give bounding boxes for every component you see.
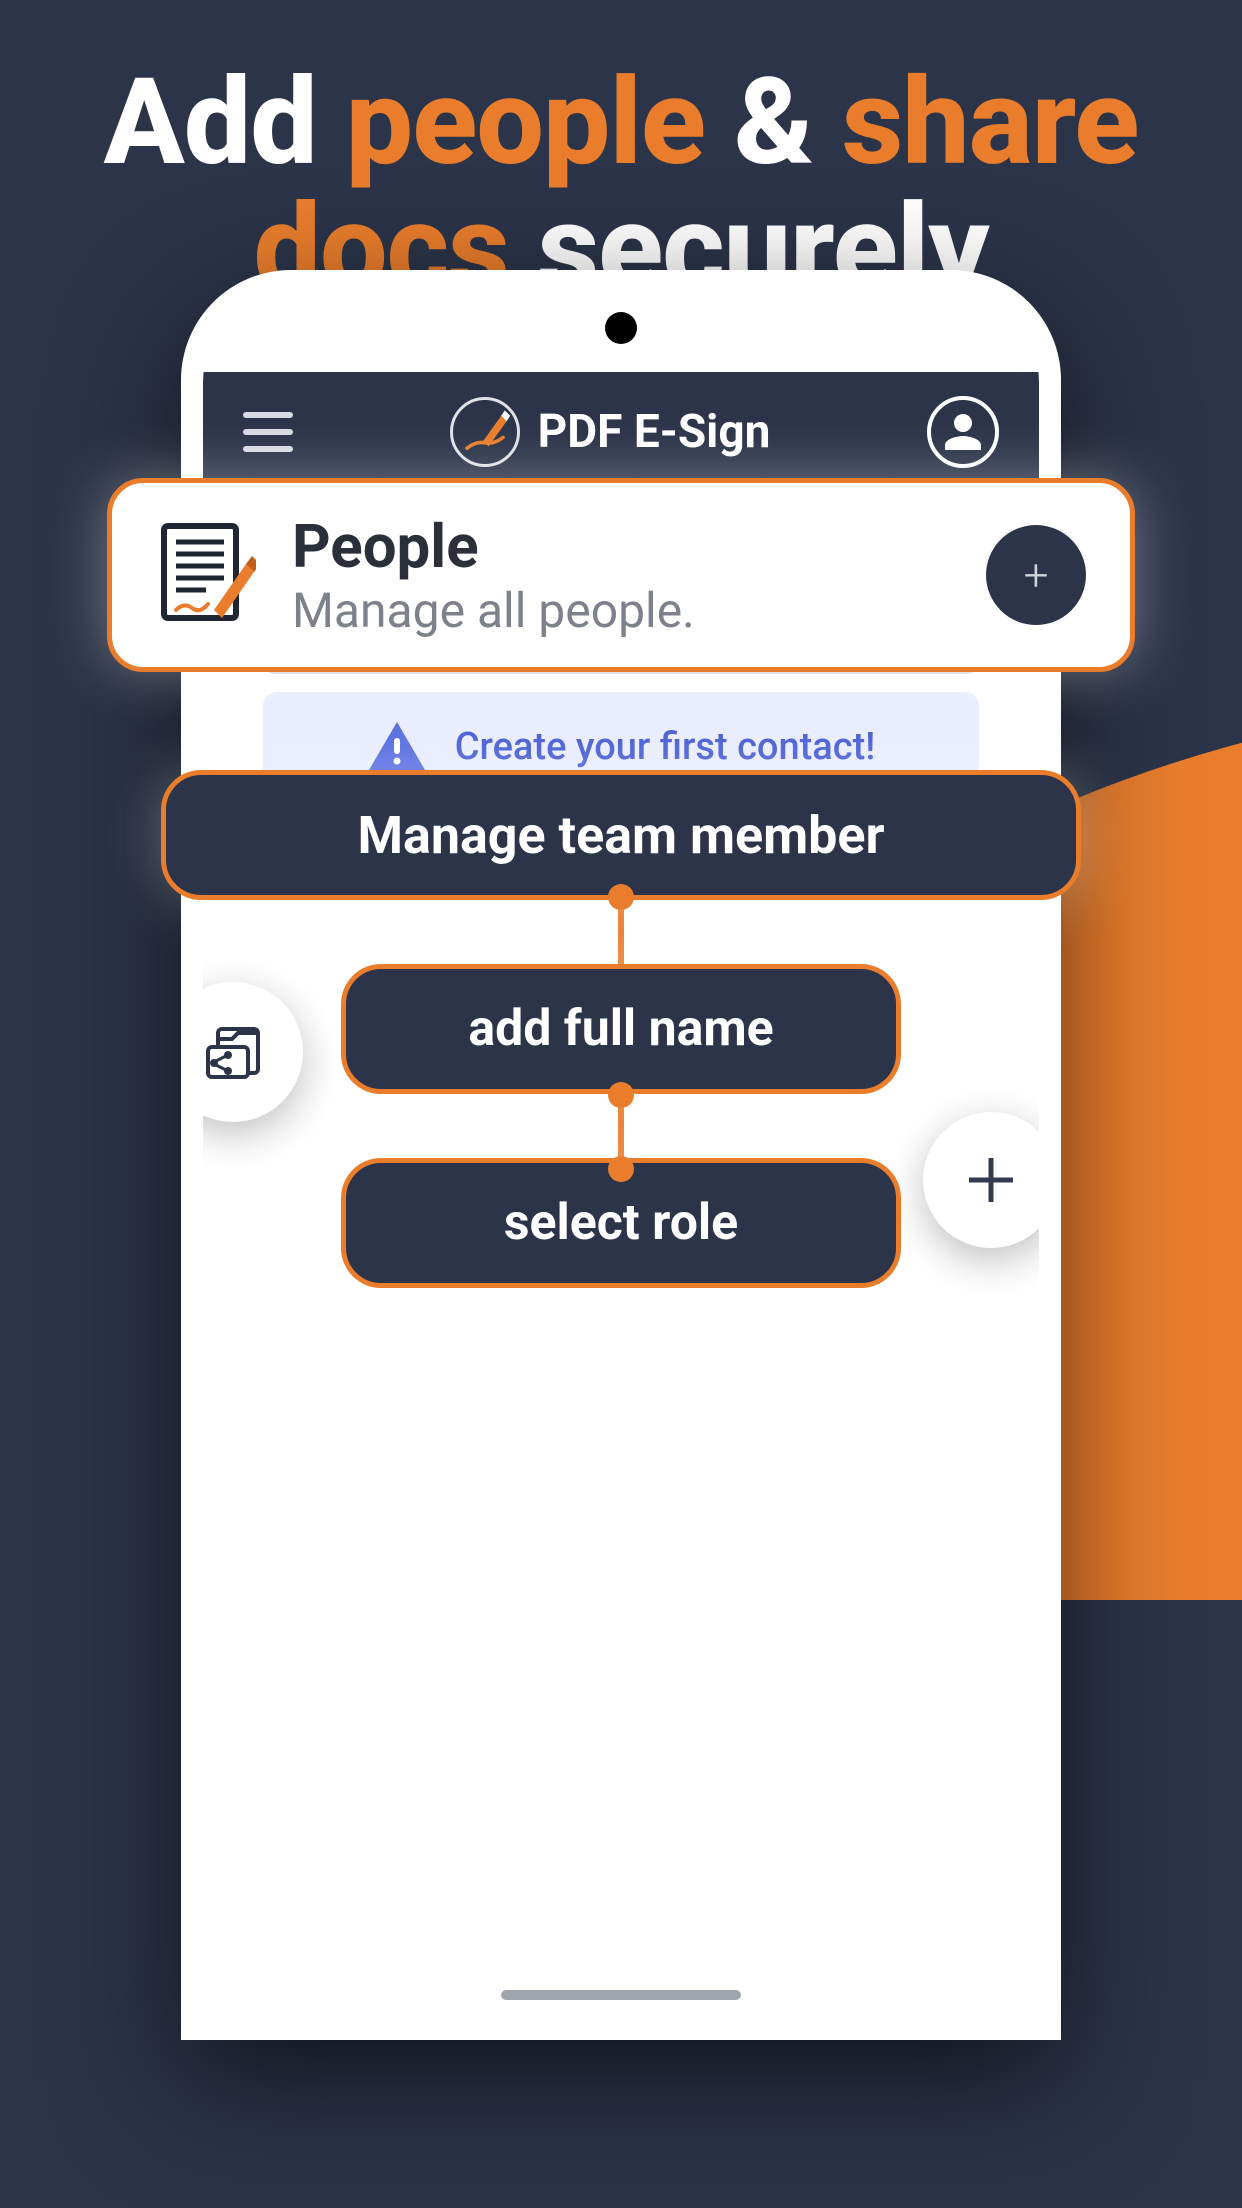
headline-part2: & [705, 53, 842, 193]
app-header: PDF E-Sign [203, 372, 1039, 492]
people-section-card: People Manage all people. + [107, 478, 1135, 672]
connector-dot [608, 1082, 634, 1108]
phone-camera-dot [605, 312, 637, 344]
document-signature-icon [156, 520, 256, 630]
empty-state-text: Create your first contact! [455, 725, 876, 769]
alert-icon [367, 720, 427, 774]
manage-team-member-callout[interactable]: Manage team member [161, 770, 1081, 900]
fullname-label: add full name [468, 1000, 773, 1058]
headline-accent1: people [346, 53, 705, 193]
connector-dot [608, 1156, 634, 1182]
share-folder-icon [203, 1011, 274, 1093]
manage-label: Manage team member [357, 805, 884, 866]
add-full-name-callout[interactable]: add full name [341, 964, 901, 1094]
plus-label: + [1024, 549, 1049, 601]
role-label: select role [504, 1194, 738, 1252]
people-card-title: People [292, 511, 950, 582]
app-title: PDF E-Sign [538, 405, 771, 459]
add-person-button[interactable]: + [986, 525, 1086, 625]
home-indicator [501, 1990, 741, 2000]
people-card-subtitle: Manage all people. [292, 582, 950, 639]
menu-icon[interactable] [243, 412, 293, 452]
add-fab-button[interactable] [923, 1112, 1039, 1248]
headline-part1: Add [104, 53, 346, 193]
app-logo-icon [450, 397, 520, 467]
share-folder-button[interactable] [203, 982, 303, 1122]
plus-icon [959, 1148, 1023, 1212]
profile-avatar[interactable] [927, 396, 999, 468]
app-title-wrap: PDF E-Sign [293, 397, 927, 467]
connector-dot [608, 884, 634, 910]
